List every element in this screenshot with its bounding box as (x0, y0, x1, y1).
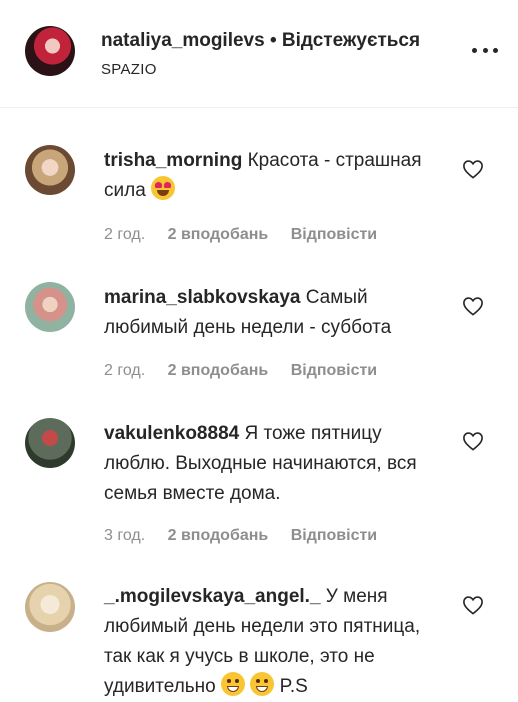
reply-button[interactable]: Відповісти (291, 226, 377, 243)
author-username[interactable]: nataliya_mogilevs (101, 30, 265, 51)
grinning-face-emoji-icon (250, 672, 275, 696)
comment-text-block: _.mogilevskaya_angel._ У меня любимый де… (104, 582, 444, 702)
comment-likes[interactable]: 2 вподобань (168, 527, 269, 544)
reply-button[interactable]: Відповісти (291, 527, 377, 544)
commenter-username[interactable]: trisha_morning (104, 150, 242, 171)
commenter-username[interactable]: vakulenko8884 (104, 423, 239, 444)
heart-eyes-emoji-icon (151, 176, 176, 200)
comment-trailing-text: P.S (279, 676, 308, 697)
post-location[interactable]: SPAZIO (101, 61, 157, 78)
comment-meta: 2 год. 2 вподобань Відповісти (104, 362, 395, 380)
dot (493, 47, 498, 53)
commenter-avatar[interactable] (25, 582, 75, 632)
commenter-username[interactable]: _.mogilevskaya_angel._ (104, 586, 321, 607)
commenter-username[interactable]: marina_slabkovskaya (104, 287, 300, 308)
commenter-avatar[interactable] (25, 282, 75, 332)
comment-time[interactable]: 3 год. (104, 527, 145, 544)
follow-status-button[interactable]: Відстежується (282, 30, 420, 51)
reply-button[interactable]: Відповісти (291, 362, 377, 379)
post-header: nataliya_mogilevs • Відстежується SPAZIO (0, 0, 518, 108)
like-heart-icon[interactable] (462, 595, 484, 615)
comment-text-block: marina_slabkovskaya Самый любимый день н… (104, 283, 444, 343)
like-heart-icon[interactable] (462, 296, 484, 316)
dot (482, 47, 488, 53)
author-line: nataliya_mogilevs • Відстежується (101, 30, 420, 52)
comment-time[interactable]: 2 год. (104, 226, 145, 243)
dot (472, 47, 477, 53)
commenter-avatar[interactable] (25, 145, 75, 195)
comment-likes[interactable]: 2 вподобань (168, 226, 269, 243)
comment-text-block: vakulenko8884 Я тоже пятницу люблю. Выхо… (104, 419, 444, 509)
separator-dot: • (264, 30, 282, 51)
commenter-avatar[interactable] (25, 418, 75, 468)
comment-time[interactable]: 2 год. (104, 362, 145, 379)
author-avatar[interactable] (25, 26, 75, 76)
comment-meta: 2 год. 2 вподобань Відповісти (104, 226, 395, 244)
comment-text-block: trisha_morning Красота - страшная сила (104, 146, 444, 206)
comment-meta: 3 год. 2 вподобань Відповісти (104, 527, 395, 545)
more-options-icon[interactable] (472, 40, 498, 60)
grinning-face-emoji-icon (221, 672, 246, 696)
like-heart-icon[interactable] (462, 159, 484, 179)
like-heart-icon[interactable] (462, 431, 484, 451)
comment-likes[interactable]: 2 вподобань (168, 362, 269, 379)
